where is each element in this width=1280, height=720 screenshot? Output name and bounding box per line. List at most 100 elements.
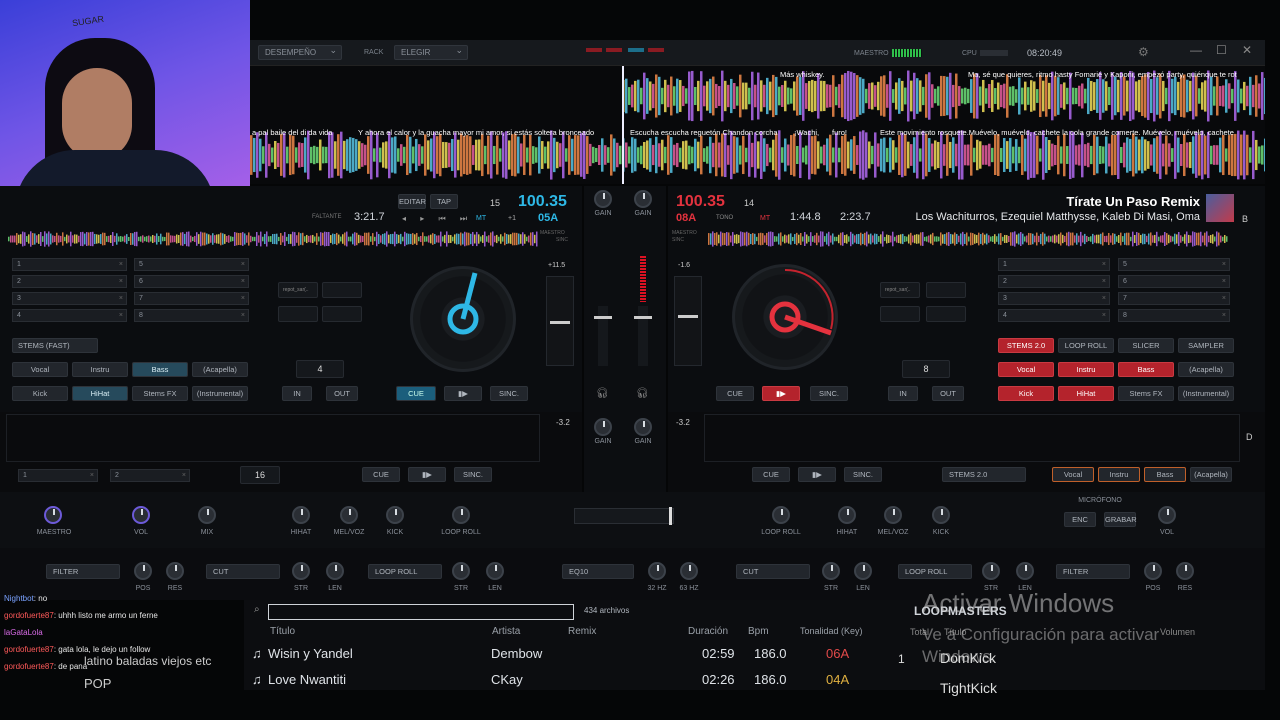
fx-center-knob-2[interactable] — [680, 562, 698, 580]
hotcue-3[interactable]: 3 — [998, 292, 1110, 305]
eq-hihat-a[interactable] — [292, 506, 310, 524]
gain-a-knob[interactable] — [594, 190, 612, 208]
deck-b-play-button[interactable]: ▮▶ — [762, 386, 800, 401]
deck-a-stems-select[interactable]: STEMS (FAST) — [12, 338, 98, 353]
channel-fader-a[interactable] — [594, 306, 612, 366]
fx-left-2-knob-2[interactable] — [326, 562, 344, 580]
deck-a-loop-size[interactable]: 4 — [296, 360, 344, 378]
deck-b-overview[interactable] — [708, 230, 1228, 248]
deck-b-stem-vocal[interactable]: Vocal — [998, 362, 1054, 377]
deck-a-edit-button[interactable]: EDITAR — [398, 194, 426, 209]
layout-select[interactable]: DESEMPEÑO — [258, 45, 342, 60]
deck-a-overview[interactable] — [8, 230, 538, 248]
maximize-icon[interactable]: ☐ — [1216, 43, 1227, 57]
deck-c-hotcue-2[interactable]: 2 — [110, 469, 190, 482]
deck-a-loop-out[interactable]: OUT — [326, 386, 358, 401]
deck-a-cue-button[interactable]: CUE — [396, 386, 436, 401]
deck-c-loop-size[interactable]: 16 — [240, 466, 280, 484]
hotcue-8[interactable]: 8 — [1118, 309, 1230, 322]
deck-b-stem-fx[interactable]: Stems FX — [1118, 386, 1174, 401]
fx-center-knob-1[interactable] — [648, 562, 666, 580]
deck-d-stem-acapella[interactable]: (Acapella) — [1190, 467, 1232, 482]
minimize-icon[interactable]: — — [1190, 43, 1202, 57]
deck-b-sync-button[interactable]: SINC. — [810, 386, 848, 401]
col-key[interactable]: Tonalidad (Key) — [800, 626, 863, 636]
hotcue-1[interactable]: 1 — [998, 258, 1110, 271]
deck-b-key[interactable]: 08A — [676, 212, 696, 224]
deck-b-pad-3[interactable] — [880, 306, 920, 322]
table-row[interactable]: ♫ Love Nwantiti CKay 02:26 186.0 04A — [244, 670, 874, 690]
deck-a-stem-kick[interactable]: Kick — [12, 386, 68, 401]
fx-right-1-select[interactable]: CUT — [736, 564, 810, 579]
hotcue-8[interactable]: 8 — [134, 309, 249, 322]
deck-a-pitch-fader[interactable] — [546, 276, 574, 366]
deck-c-play-button[interactable]: ▮▶ — [408, 467, 446, 482]
rack-select[interactable]: ELEGIR — [394, 45, 468, 60]
deck-b-stem-instrumental[interactable]: (Instrumental) — [1178, 386, 1234, 401]
waveform-bottom[interactable]: a pal baile del di da vida Y ahora el ca… — [250, 126, 1265, 184]
deck-d-stems-select[interactable]: STEMS 2.0 — [942, 467, 1026, 482]
deck-a-stem-bass[interactable]: Bass — [132, 362, 188, 377]
deck-b-tab-sampler[interactable]: SAMPLER — [1178, 338, 1234, 353]
hotcue-2[interactable]: 2 — [998, 275, 1110, 288]
deck-d-stem-bass[interactable]: Bass — [1144, 467, 1186, 482]
deck-b-tab-slicer[interactable]: SLICER — [1118, 338, 1174, 353]
fx-right-2-select[interactable]: LOOP ROLL — [898, 564, 972, 579]
hotcue-5[interactable]: 5 — [134, 258, 249, 271]
deck-b-jogwheel[interactable] — [732, 264, 838, 370]
fx-right-1-knob-1[interactable] — [822, 562, 840, 580]
gain-b-knob[interactable] — [634, 190, 652, 208]
fx-right-2-knob-2[interactable] — [1016, 562, 1034, 580]
deck-a-loop-in[interactable]: IN — [282, 386, 312, 401]
deck-a-mt[interactable]: MT — [476, 215, 486, 222]
table-row[interactable]: ♫ Wisin y Yandel Dembow 02:59 186.0 06A — [244, 644, 874, 666]
master-knob[interactable] — [44, 506, 62, 524]
fx-left-2-knob-1[interactable] — [292, 562, 310, 580]
fx-right-1-knob-2[interactable] — [854, 562, 872, 580]
eq-hihat-b[interactable] — [838, 506, 856, 524]
fx-center-select[interactable]: EQ10 — [562, 564, 634, 579]
deck-a-play-button[interactable]: ▮▶ — [444, 386, 482, 401]
deck-d-cue-button[interactable]: CUE — [752, 467, 790, 482]
fx-left-3-knob-1[interactable] — [452, 562, 470, 580]
fx-left-1-knob-2[interactable] — [166, 562, 184, 580]
settings-icon[interactable]: ⚙ — [1138, 45, 1149, 59]
mix-knob[interactable] — [198, 506, 216, 524]
deck-b-stem-instru[interactable]: Instru — [1058, 362, 1114, 377]
gain-d-knob[interactable] — [634, 418, 652, 436]
fx-left-3-select[interactable]: LOOP ROLL — [368, 564, 442, 579]
fx-right-3-select[interactable]: FILTER — [1056, 564, 1130, 579]
deck-a-pad[interactable]: repot_sar(.. — [278, 282, 318, 298]
deck-b-tab-loop-roll[interactable]: LOOP ROLL — [1058, 338, 1114, 353]
col-remix[interactable]: Remix — [568, 626, 596, 637]
deck-a-tap-button[interactable]: TAP — [430, 194, 458, 209]
deck-c-waveform[interactable] — [6, 414, 540, 462]
deck-d-stem-instru[interactable]: Instru — [1098, 467, 1140, 482]
hotcue-3[interactable]: 3 — [12, 292, 127, 305]
eq-melvoz-b[interactable] — [884, 506, 902, 524]
hotcue-4[interactable]: 4 — [12, 309, 127, 322]
headphone-b-icon[interactable]: 🎧︎ — [636, 388, 649, 399]
sample-name-2[interactable]: TightKick — [940, 680, 997, 696]
waveform-top[interactable]: Más whiskey. Ma, sé que quieres, ritmo h… — [250, 66, 1265, 126]
deck-a-stem-fx[interactable]: Stems FX — [132, 386, 188, 401]
deck-a-jogwheel[interactable] — [410, 266, 516, 372]
fx-left-2-select[interactable]: CUT — [206, 564, 280, 579]
loop-roll-b-knob[interactable] — [772, 506, 790, 524]
hotcue-6[interactable]: 6 — [134, 275, 249, 288]
deck-c-hotcue-1[interactable]: 1 — [18, 469, 98, 482]
eq-kick-a[interactable] — [386, 506, 404, 524]
deck-a-stem-acapella[interactable]: (Acapella) — [192, 362, 248, 377]
search-input[interactable] — [268, 604, 574, 620]
deck-b-pad-2[interactable] — [926, 282, 966, 298]
deck-a-pad-4[interactable] — [322, 306, 362, 322]
deck-b-pitch-fader[interactable] — [674, 276, 702, 366]
col-bpm[interactable]: Bpm — [748, 626, 769, 637]
fx-left-3-knob-2[interactable] — [486, 562, 504, 580]
deck-b-stem-acapella[interactable]: (Acapella) — [1178, 362, 1234, 377]
hotcue-1[interactable]: 1 — [12, 258, 127, 271]
fx-left-1-knob-1[interactable] — [134, 562, 152, 580]
deck-a-pad-3[interactable] — [278, 306, 318, 322]
col-title[interactable]: Título — [270, 626, 295, 637]
hotcue-7[interactable]: 7 — [134, 292, 249, 305]
